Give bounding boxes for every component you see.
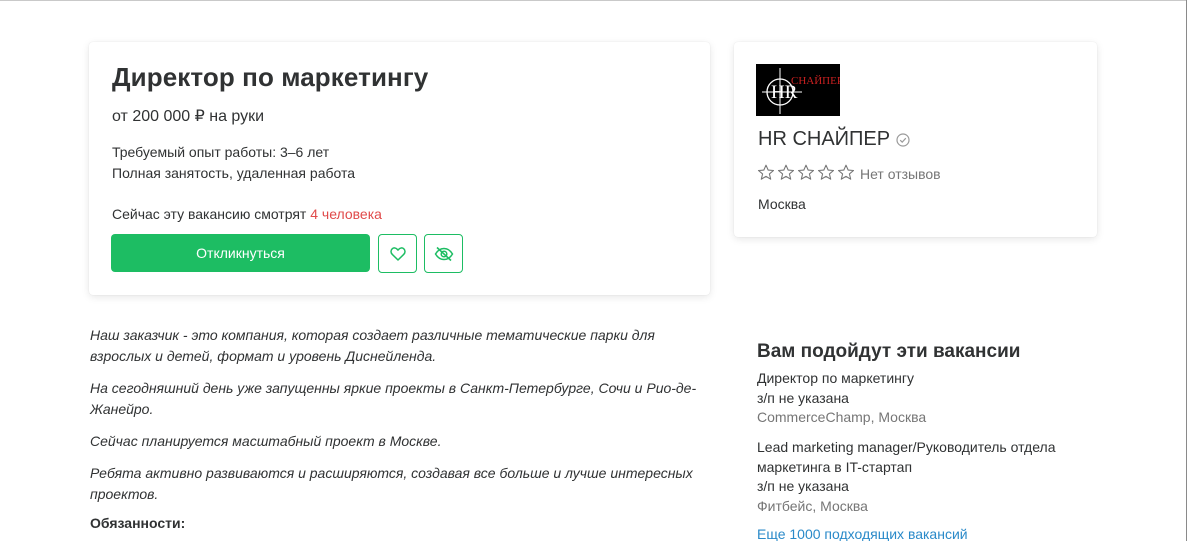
vacancy-experience: Требуемый опыт работы: 3–6 лет: [112, 144, 330, 160]
eye-off-icon: [434, 246, 454, 262]
star-icon: [777, 164, 795, 180]
description-paragraph: Сейчас планируется масштабный проект в М…: [90, 433, 442, 449]
star-icon: [817, 164, 835, 180]
star-icon: [757, 164, 775, 180]
favorite-button[interactable]: [378, 234, 417, 273]
vacancy-description: Наш заказчик - это компания, которая соз…: [90, 325, 710, 516]
vacancy-employment: Полная занятость, удаленная работа: [112, 165, 356, 181]
suggested-vacancy-salary: з/п не указана: [757, 389, 849, 406]
suggested-vacancy-salary: з/п не указана: [757, 478, 849, 494]
scrollbar[interactable]: [1186, 0, 1200, 541]
description-paragraph: Ребята активно развиваются и расширяются…: [90, 465, 693, 502]
suggested-vacancy[interactable]: Директор по маркетингу з/п не указана Co…: [757, 369, 1087, 428]
reviews-label[interactable]: Нет отзывов: [860, 166, 941, 182]
description-paragraph: На сегодняшний день уже запущенны яркие …: [90, 380, 697, 417]
heart-icon: [389, 246, 406, 261]
apply-button[interactable]: Откликнуться: [111, 234, 370, 272]
vacancy-title: Директор по маркетингу: [112, 62, 429, 92]
vacancy-viewers: Сейчас эту вакансию смотрят 4 человека: [112, 206, 382, 222]
description-paragraph: Наш заказчик - это компания, которая соз…: [90, 327, 655, 364]
verified-check-icon: [896, 132, 910, 147]
vacancy-card: Директор по маркетингу от 200 000 ₽ на р…: [89, 42, 710, 295]
company-logo[interactable]: HR СНАЙПЕР: [756, 64, 840, 116]
more-vacancies-link[interactable]: Еще 1000 подходящих вакансий: [757, 526, 968, 541]
suggested-vacancy-company: CommerceChamp, Москва: [757, 409, 927, 425]
suggested-vacancy-title[interactable]: Директор по маркетингу: [757, 369, 1087, 389]
top-border: [0, 0, 1200, 1]
logo-text: СНАЙПЕР: [791, 75, 840, 87]
company-name[interactable]: HR СНАЙПЕР: [758, 128, 910, 151]
company-card: HR СНАЙПЕР HR СНАЙПЕР Нет отзывов Москва: [734, 42, 1097, 237]
star-icon: [797, 164, 815, 180]
suggested-vacancy[interactable]: Lead marketing manager/Руководитель отде…: [757, 438, 1087, 516]
company-city: Москва: [758, 196, 806, 212]
suggested-vacancy-title[interactable]: Lead marketing manager/Руководитель отде…: [757, 438, 1087, 477]
vacancy-salary: от 200 000 ₽ на руки: [112, 108, 265, 125]
duties-heading: Обязанности:: [90, 515, 186, 531]
viewers-prefix: Сейчас эту вакансию смотрят: [112, 206, 311, 222]
star-icon: [837, 164, 855, 180]
viewers-count: 4 человека: [310, 206, 382, 222]
rating-stars: [757, 164, 855, 181]
suggested-vacancy-company: Фитбейс, Москва: [757, 497, 868, 514]
company-name-text[interactable]: HR СНАЙПЕР: [758, 128, 890, 151]
hide-vacancy-button[interactable]: [424, 234, 463, 273]
suggestions-heading: Вам подойдут эти вакансии: [757, 341, 1021, 362]
